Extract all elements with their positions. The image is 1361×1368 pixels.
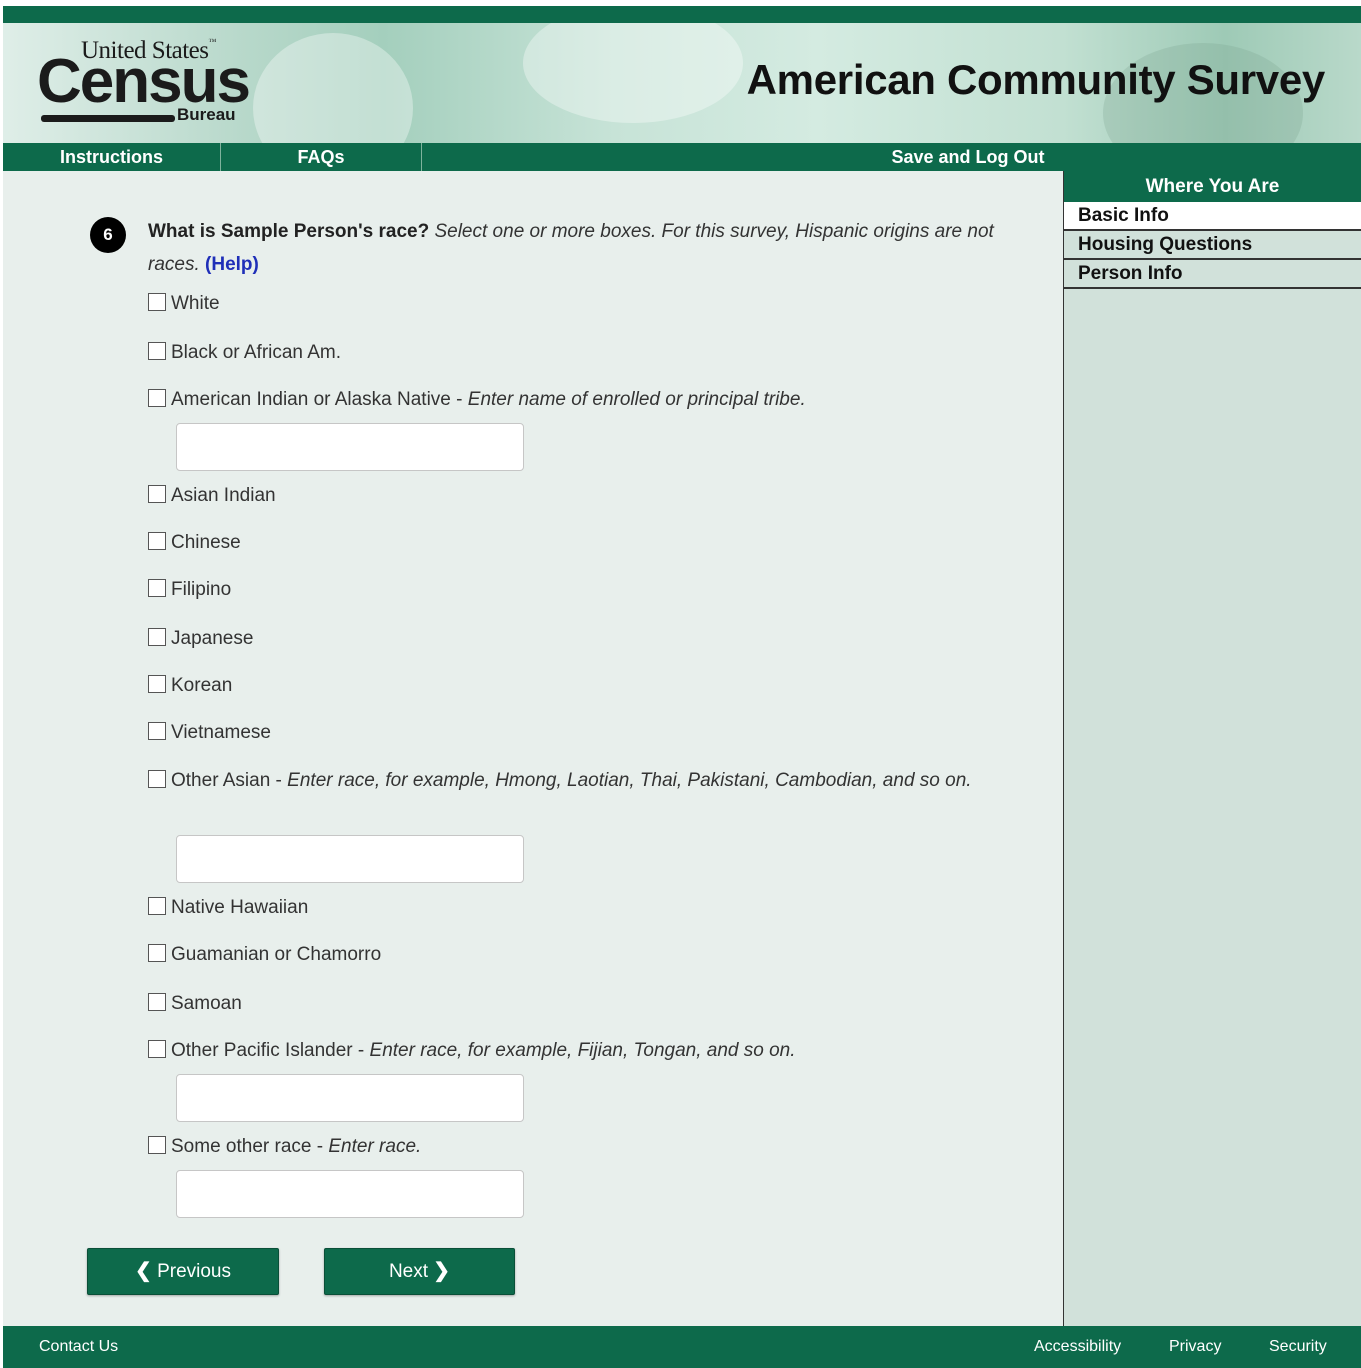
checkbox-chinese[interactable] xyxy=(148,532,166,550)
option-other-asian: Other Asian - Enter race, for example, H… xyxy=(148,764,998,797)
logo-census: Census xyxy=(37,47,251,116)
option-instruction: Enter race. xyxy=(328,1136,422,1157)
nav-instructions[interactable]: Instructions xyxy=(3,143,220,171)
option-native-hawaiian: Native Hawaiian xyxy=(148,891,308,924)
question-prompt: What is Sample Person's race? xyxy=(148,221,430,242)
option-label: Samoan xyxy=(171,993,242,1014)
footer-security[interactable]: Security xyxy=(1269,1326,1327,1368)
sidebar-where-you-are: Where You Are Basic Info Housing Questio… xyxy=(1063,171,1361,1326)
other-asian-input[interactable] xyxy=(176,835,524,883)
option-some-other-race: Some other race - Enter race. xyxy=(148,1130,421,1163)
checkbox-vietnamese[interactable] xyxy=(148,722,166,740)
census-logo[interactable]: United States™ Census Bureau xyxy=(37,37,251,127)
option-asian-indian: Asian Indian xyxy=(148,479,276,512)
chevron-right-icon: ❯ xyxy=(433,1260,451,1282)
option-japanese: Japanese xyxy=(148,622,253,655)
option-instruction: Enter race, for example, Fijian, Tongan,… xyxy=(369,1040,796,1061)
page-title: American Community Survey xyxy=(746,56,1326,103)
checkbox-black[interactable] xyxy=(148,342,166,360)
checkbox-other-asian[interactable] xyxy=(148,770,166,788)
previous-label: Previous xyxy=(157,1261,231,1282)
option-label: Black or African Am. xyxy=(171,342,342,363)
option-instruction: Enter race, for example, Hmong, Laotian,… xyxy=(287,770,972,791)
option-guamanian: Guamanian or Chamorro xyxy=(148,938,381,971)
option-label: Filipino xyxy=(171,579,232,600)
nav-faqs[interactable]: FAQs xyxy=(221,143,421,171)
question-text: What is Sample Person's race? Select one… xyxy=(148,215,998,281)
next-label: Next xyxy=(388,1261,429,1282)
checkbox-other-pacific-islander[interactable] xyxy=(148,1040,166,1058)
checkbox-some-other-race[interactable] xyxy=(148,1136,166,1154)
sidebar-item-housing-questions[interactable]: Housing Questions xyxy=(1064,231,1361,260)
top-nav: Instructions FAQs Save and Log Out xyxy=(3,143,1361,171)
sidebar-heading: Where You Are xyxy=(1064,171,1361,202)
help-link[interactable]: (Help) xyxy=(205,254,259,275)
footer-contact-us[interactable]: Contact Us xyxy=(39,1326,118,1368)
checkbox-white[interactable] xyxy=(148,293,166,311)
option-label: White xyxy=(171,293,220,314)
option-label: Some other race xyxy=(171,1136,312,1157)
option-black: Black or African Am. xyxy=(148,336,341,369)
footer-accessibility[interactable]: Accessibility xyxy=(1034,1326,1121,1368)
question-number-badge: 6 xyxy=(90,217,126,253)
checkbox-asian-indian[interactable] xyxy=(148,485,166,503)
option-american-indian: American Indian or Alaska Native - Enter… xyxy=(148,383,806,416)
some-other-race-input[interactable] xyxy=(176,1170,524,1218)
option-white: White xyxy=(148,287,220,320)
footer: Contact Us Accessibility Privacy Securit… xyxy=(3,1326,1361,1368)
checkbox-japanese[interactable] xyxy=(148,628,166,646)
option-vietnamese: Vietnamese xyxy=(148,716,271,749)
nav-save-logout[interactable]: Save and Log Out xyxy=(863,143,1073,171)
checkbox-filipino[interactable] xyxy=(148,579,166,597)
checkbox-native-hawaiian[interactable] xyxy=(148,897,166,915)
option-instruction: Enter name of enrolled or principal trib… xyxy=(467,389,806,410)
option-label: Guamanian or Chamorro xyxy=(171,944,382,965)
logo-bureau: Bureau xyxy=(177,105,236,124)
option-korean: Korean xyxy=(148,669,232,702)
option-label: Other Pacific Islander xyxy=(171,1040,353,1061)
header-banner: United States™ Census Bureau American Co… xyxy=(3,23,1361,143)
next-button[interactable]: Next ❯ xyxy=(324,1248,515,1295)
other-pacific-islander-input[interactable] xyxy=(176,1074,524,1122)
banner-photo-decor xyxy=(523,23,743,123)
nav-divider xyxy=(421,143,422,171)
checkbox-american-indian[interactable] xyxy=(148,389,166,407)
option-label: Vietnamese xyxy=(171,722,271,743)
option-chinese: Chinese xyxy=(148,526,241,559)
sidebar-item-person-info[interactable]: Person Info xyxy=(1064,260,1361,289)
option-label: Chinese xyxy=(171,532,241,553)
checkbox-samoan[interactable] xyxy=(148,993,166,1011)
checkbox-korean[interactable] xyxy=(148,675,166,693)
logo-bar xyxy=(41,115,175,122)
chevron-left-icon: ❮ xyxy=(135,1260,152,1282)
top-strip xyxy=(3,6,1361,23)
checkbox-guamanian[interactable] xyxy=(148,944,166,962)
option-filipino: Filipino xyxy=(148,573,231,606)
option-label: American Indian or Alaska Native xyxy=(171,389,451,410)
option-label: Other Asian xyxy=(171,770,271,791)
banner-photo-decor xyxy=(253,33,413,143)
option-label: Korean xyxy=(171,675,233,696)
option-label: Asian Indian xyxy=(171,485,276,506)
option-other-pacific-islander: Other Pacific Islander - Enter race, for… xyxy=(148,1034,796,1067)
option-label: Native Hawaiian xyxy=(171,897,309,918)
option-label: Japanese xyxy=(171,628,254,649)
previous-button[interactable]: ❮ Previous xyxy=(87,1248,279,1295)
tribe-input[interactable] xyxy=(176,423,524,471)
option-samoan: Samoan xyxy=(148,987,242,1020)
footer-privacy[interactable]: Privacy xyxy=(1169,1326,1221,1368)
sidebar-item-basic-info[interactable]: Basic Info xyxy=(1064,202,1361,231)
